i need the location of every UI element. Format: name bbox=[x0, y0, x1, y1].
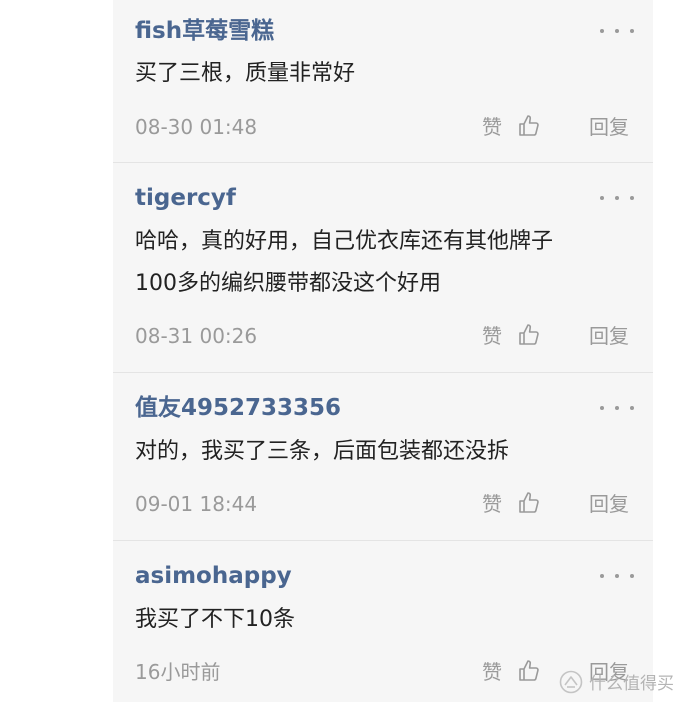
comment-list: fish草莓雪糕 买了三根，质量非常好 08-30 01:48 赞 回复 tig… bbox=[113, 0, 653, 702]
thumbs-up-icon[interactable] bbox=[517, 491, 541, 515]
like-label[interactable]: 赞 bbox=[482, 491, 502, 517]
thumbs-up-icon[interactable] bbox=[517, 114, 541, 138]
comment-username[interactable]: asimohappy bbox=[135, 561, 292, 591]
reply-button[interactable]: 回复 bbox=[589, 114, 629, 140]
thumbs-up-icon[interactable] bbox=[517, 323, 541, 347]
more-dots-icon[interactable] bbox=[600, 26, 634, 36]
comment-time: 08-31 00:26 bbox=[135, 324, 258, 348]
comment-text: 我买了不下10条 bbox=[135, 607, 295, 632]
more-dots-icon[interactable] bbox=[600, 571, 634, 581]
like-label[interactable]: 赞 bbox=[482, 114, 502, 140]
comment-time: 08-30 01:48 bbox=[135, 115, 258, 139]
more-dots-icon[interactable] bbox=[600, 193, 634, 203]
smzdm-logo-icon bbox=[559, 670, 583, 693]
comment-item: 值友4952733356 对的，我买了三条，后面包装都还没拆 09-01 18:… bbox=[113, 373, 653, 541]
more-dots-icon[interactable] bbox=[600, 403, 634, 413]
comment-username[interactable]: 值友4952733356 bbox=[135, 393, 341, 423]
comment-text: 哈哈，真的好用，自己优衣库还有其他牌子 bbox=[135, 229, 554, 254]
comment-username[interactable]: fish草莓雪糕 bbox=[135, 16, 274, 46]
comment-text: 100多的编织腰带都没这个好用 bbox=[135, 271, 441, 296]
comment-username[interactable]: tigercyf bbox=[135, 183, 236, 213]
comment-item: tigercyf 哈哈，真的好用，自己优衣库还有其他牌子 100多的编织腰带都没… bbox=[113, 163, 653, 373]
like-label[interactable]: 赞 bbox=[482, 659, 502, 685]
comment-item: fish草莓雪糕 买了三根，质量非常好 08-30 01:48 赞 回复 bbox=[113, 0, 653, 160]
comment-time: 09-01 18:44 bbox=[135, 492, 258, 516]
comment-text: 买了三根，质量非常好 bbox=[135, 61, 356, 86]
comment-text: 对的，我买了三条，后面包装都还没拆 bbox=[135, 439, 510, 464]
thumbs-up-icon[interactable] bbox=[517, 659, 541, 683]
watermark: 什么值得买 bbox=[559, 669, 674, 694]
reply-button[interactable]: 回复 bbox=[589, 323, 629, 349]
like-label[interactable]: 赞 bbox=[482, 323, 502, 349]
comment-time: 16小时前 bbox=[135, 660, 221, 684]
reply-button[interactable]: 回复 bbox=[589, 491, 629, 517]
watermark-text: 什么值得买 bbox=[589, 674, 674, 694]
